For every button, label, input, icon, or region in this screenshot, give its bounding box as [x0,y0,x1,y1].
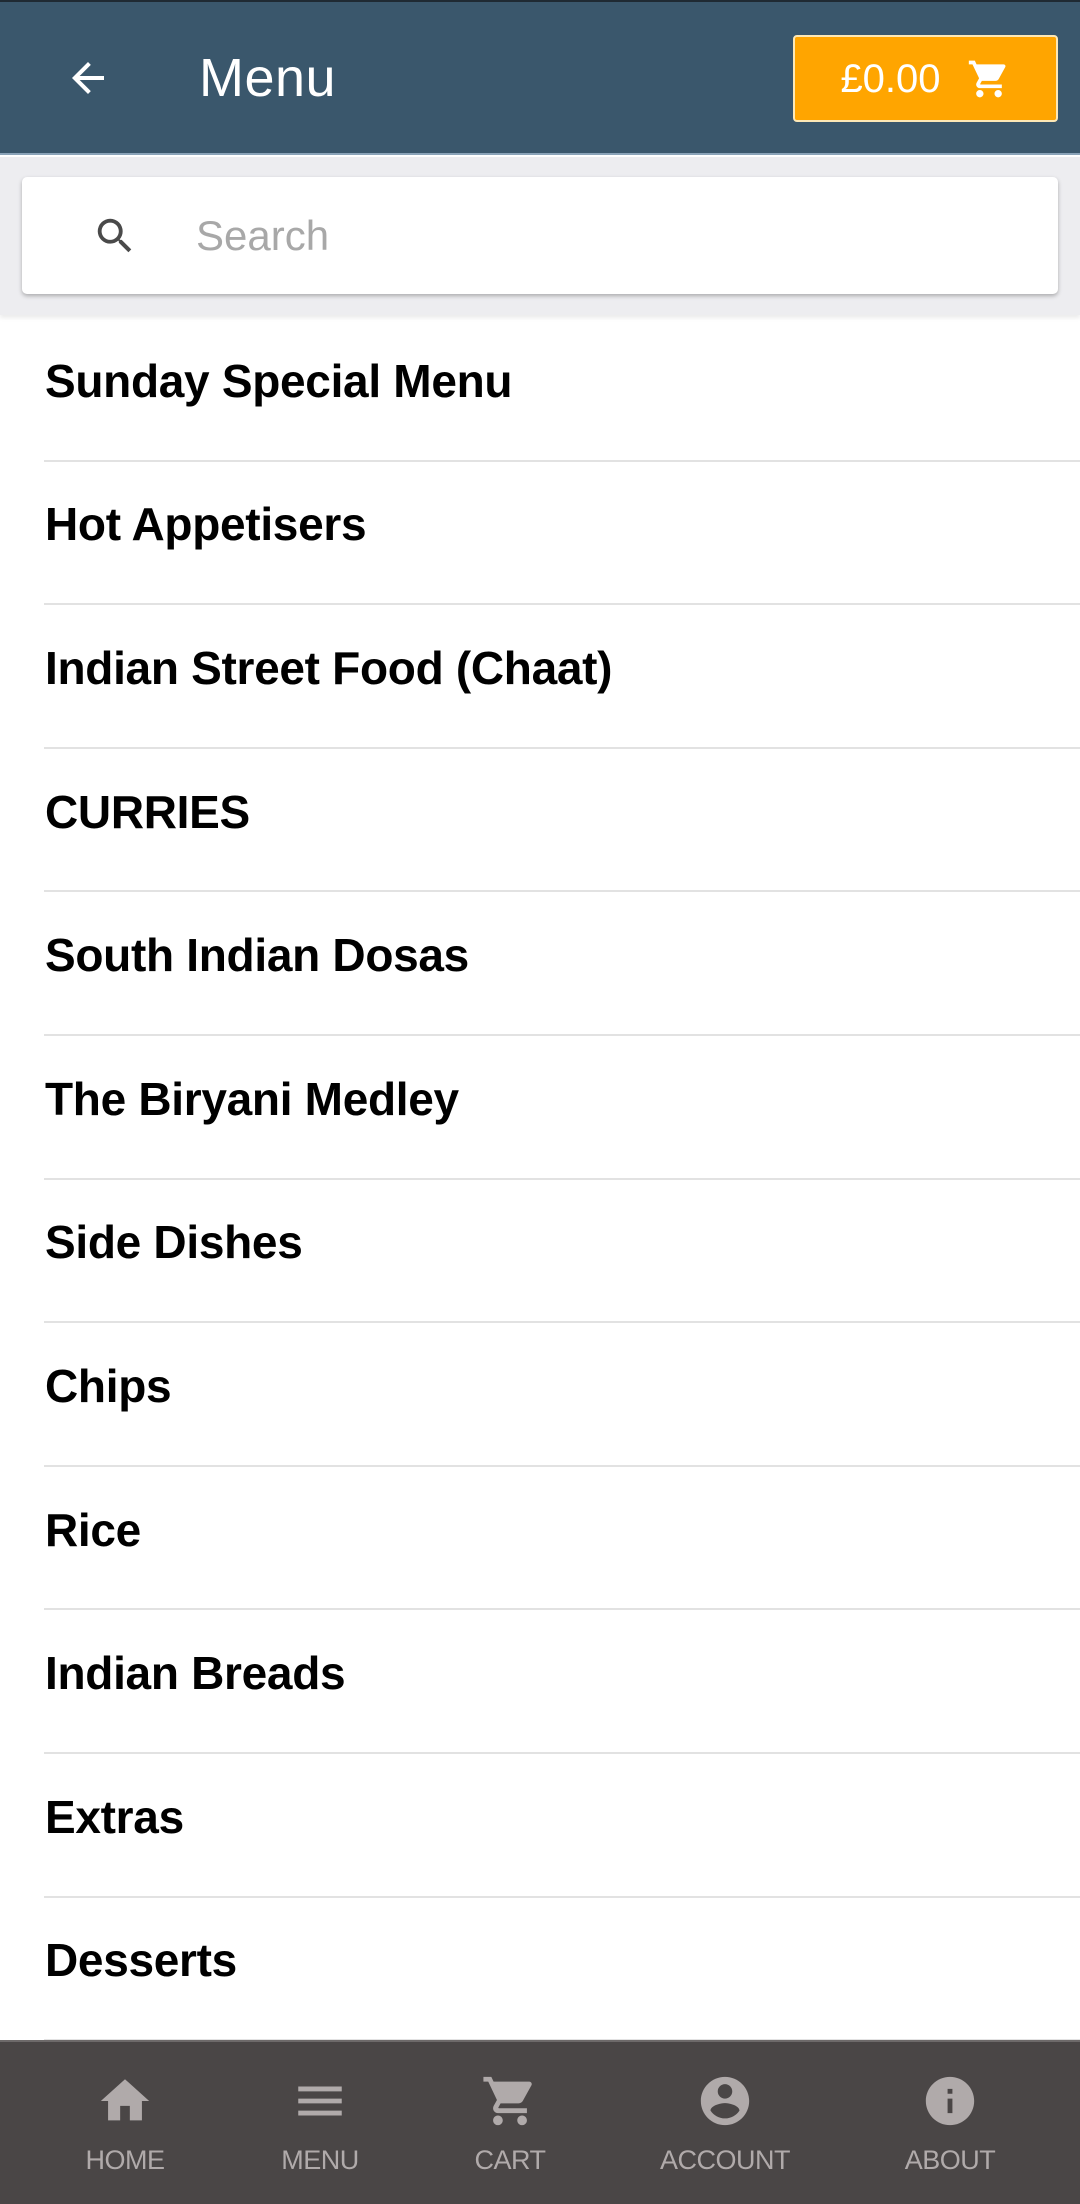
menu-category-item[interactable]: Sunday Special Menu [0,318,1080,462]
menu-category-item[interactable]: Indian Street Food (Chaat) [0,605,1080,749]
nav-item-menu[interactable]: MENU [230,2042,410,2204]
bottom-navigation: HOME MENU CART ACCOUNT ABOUT [0,2040,1080,2204]
nav-item-cart[interactable]: CART [420,2042,600,2204]
arrow-left-icon [72,62,104,94]
menu-category-label: Side Dishes [45,1216,303,1269]
menu-category-label: Extras [45,1790,184,1843]
menu-category-item[interactable]: CURRIES [0,749,1080,893]
menu-category-label: Desserts [45,1934,237,1987]
header-cart-button[interactable]: £0.00 [793,35,1058,122]
nav-label: CART [474,2145,546,2175]
menu-category-label: Rice [45,1503,141,1556]
account-circle-icon [700,2076,750,2126]
menu-category-label: Chips [45,1359,172,1412]
search-bar [22,177,1058,294]
search-area [0,157,1080,315]
nav-item-account[interactable]: ACCOUNT [635,2042,815,2204]
menu-category-item[interactable]: Hot Appetisers [0,462,1080,606]
nav-label: MENU [281,2145,359,2175]
nav-label: ABOUT [904,2145,996,2175]
menu-category-label: CURRIES [45,785,250,838]
nav-item-home[interactable]: HOME [35,2042,215,2204]
menu-category-list: Sunday Special Menu Hot Appetisers India… [0,318,1080,2041]
menu-category-item[interactable]: Rice [0,1467,1080,1611]
menu-category-label: Indian Street Food (Chaat) [45,641,613,694]
nav-label: HOME [85,2145,166,2175]
page-title: Menu [199,48,337,108]
menu-icon [298,2086,342,2116]
menu-category-item[interactable]: Desserts [0,1898,1080,2042]
menu-category-item[interactable]: Extras [0,1754,1080,1898]
menu-category-item[interactable]: The Biryani Medley [0,1036,1080,1180]
search-input[interactable] [172,197,1032,275]
nav-item-about[interactable]: ABOUT [860,2042,1040,2204]
menu-category-label: Indian Breads [45,1647,346,1700]
menu-category-item[interactable]: Side Dishes [0,1180,1080,1324]
menu-category-item[interactable]: Indian Breads [0,1610,1080,1754]
info-icon [925,2076,975,2126]
shopping-cart-icon [968,60,1006,97]
home-icon [100,2079,150,2121]
nav-label: ACCOUNT [660,2145,791,2175]
search-icon [97,218,132,253]
menu-category-label: Hot Appetisers [45,498,367,551]
shopping-cart-icon [483,2076,532,2126]
app-header: Menu £0.00 [0,2,1080,155]
menu-category-item[interactable]: South Indian Dosas [0,892,1080,1036]
menu-category-label: The Biryani Medley [45,1072,459,1125]
menu-category-item[interactable]: Chips [0,1323,1080,1467]
back-button[interactable] [52,42,124,114]
cart-total: £0.00 [840,56,941,101]
menu-category-label: South Indian Dosas [45,929,469,982]
menu-category-label: Sunday Special Menu [45,354,513,407]
